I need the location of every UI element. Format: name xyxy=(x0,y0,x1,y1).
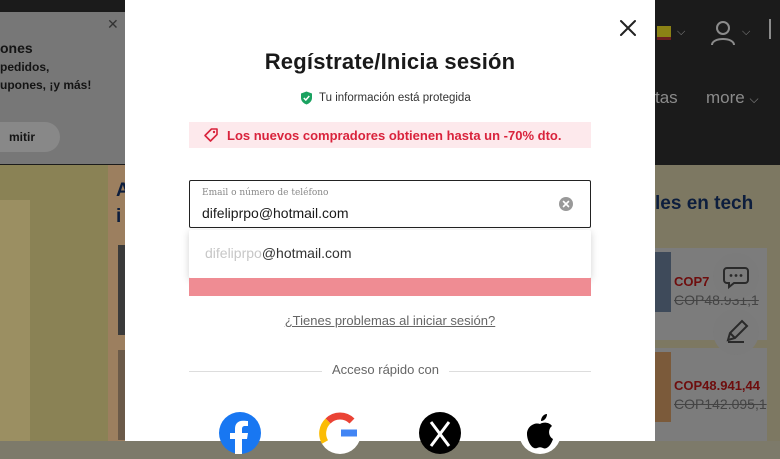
suggestion-text: difeliprpo@hotmail.com xyxy=(205,245,352,261)
background-heading-fragment: i xyxy=(116,206,122,227)
chat-icon xyxy=(723,267,749,290)
product-card[interactable] xyxy=(655,348,767,441)
email-phone-input[interactable] xyxy=(202,205,542,221)
product-image xyxy=(655,352,671,422)
background-product-image xyxy=(118,350,125,440)
background-product-image xyxy=(118,245,125,335)
google-icon xyxy=(319,412,357,444)
chevron-down-icon: ⌵ xyxy=(677,26,686,38)
notification-text: pedidos, xyxy=(0,60,50,74)
continue-button[interactable] xyxy=(189,278,591,296)
product-old-price: COP142.095,1 xyxy=(674,396,767,412)
secure-notice: Tu información está protegida xyxy=(300,90,471,106)
facebook-icon xyxy=(230,420,248,454)
section-title: les en tech xyxy=(655,193,754,214)
x-login-button[interactable] xyxy=(419,412,461,454)
promo-banner: Los nuevos compradores obtienen hasta un… xyxy=(189,122,591,148)
chevron-down-icon: ⌵ xyxy=(742,26,751,38)
notification-close-icon[interactable]: ✕ xyxy=(107,16,119,33)
modal-title: Regístrate/Inicia sesión xyxy=(264,49,516,74)
clear-input-button[interactable] xyxy=(559,197,573,211)
suggestion-typed: difeliprpo xyxy=(205,245,262,261)
facebook-login-button[interactable] xyxy=(219,412,261,454)
background-left-card xyxy=(0,200,30,441)
product-image xyxy=(655,252,671,312)
suggestion-completion: @hotmail.com xyxy=(261,245,352,261)
nav-more[interactable]: more ⌵ xyxy=(706,88,759,108)
notification-text: upones, ¡y más! xyxy=(0,78,92,92)
chevron-down-icon: ⌵ xyxy=(749,92,759,106)
edit-button[interactable] xyxy=(713,309,759,355)
background-notification: ✕ ones pedidos, upones, ¡y más! mitir xyxy=(0,12,125,164)
nav-more-label: more xyxy=(706,88,745,107)
pencil-icon xyxy=(726,319,749,343)
email-phone-label: Email o número de teléfono xyxy=(202,188,329,198)
chat-button[interactable] xyxy=(713,253,759,299)
country-flag-icon[interactable] xyxy=(657,26,671,40)
autocomplete-suggestion[interactable]: difeliprpo@hotmail.com xyxy=(189,230,591,278)
notification-title: ones xyxy=(0,40,33,56)
close-icon[interactable] xyxy=(617,17,639,39)
apple-login-button[interactable] xyxy=(519,412,561,454)
notification-button[interactable]: mitir xyxy=(0,122,60,152)
email-phone-field[interactable]: Email o número de teléfono xyxy=(189,180,591,228)
apple-icon xyxy=(527,414,553,449)
tag-icon xyxy=(204,128,218,142)
shield-check-icon xyxy=(301,91,312,105)
x-icon xyxy=(429,421,451,447)
login-trouble-link[interactable]: ¿Tienes problemas al iniciar sesión? xyxy=(125,313,655,328)
quick-access-label: Acceso rápido con xyxy=(322,362,449,377)
cart-icon[interactable] xyxy=(769,19,780,39)
secure-text: Tu información está protegida xyxy=(319,92,471,104)
product-price: COP48.941,44 xyxy=(674,378,761,393)
account-icon[interactable] xyxy=(709,19,737,52)
clear-icon xyxy=(562,200,570,208)
promo-text: Los nuevos compradores obtienen hasta un… xyxy=(227,127,562,143)
google-login-button[interactable] xyxy=(319,412,361,454)
nav-item-partial[interactable]: tas xyxy=(655,88,678,108)
